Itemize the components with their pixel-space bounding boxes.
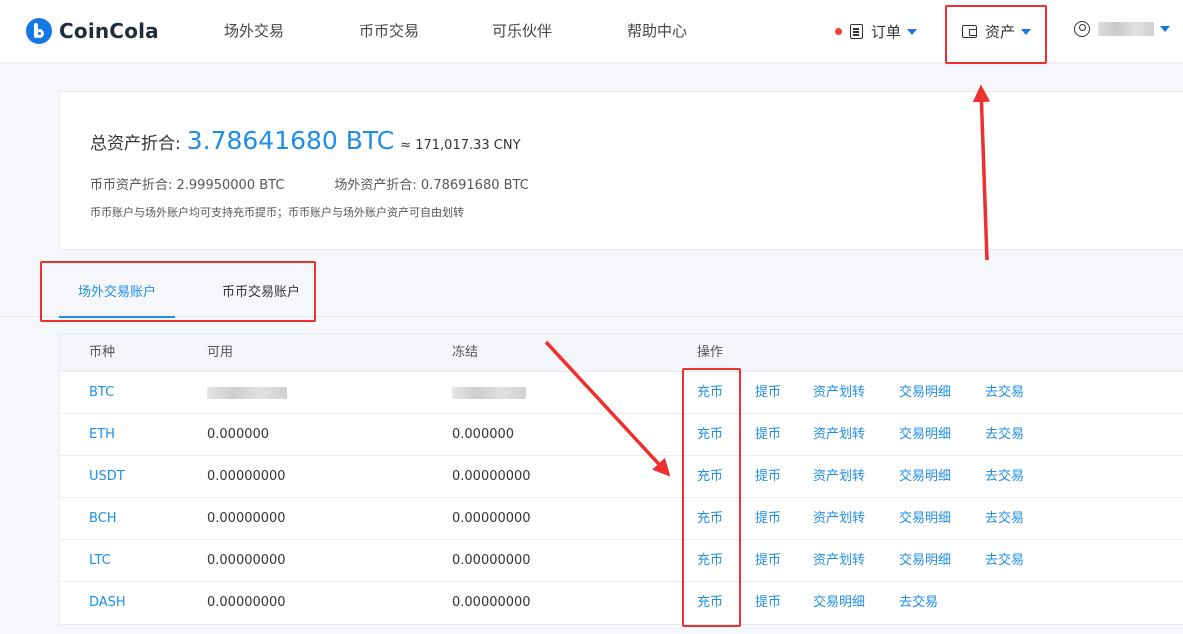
trade-link[interactable]: 去交易 — [985, 456, 1024, 498]
brand-name: CoinCola — [59, 19, 159, 43]
available-value: 0.00000000 — [207, 469, 286, 484]
frozen-value: 0.00000000 — [452, 469, 531, 484]
caret-down-icon — [1160, 26, 1170, 32]
withdraw-link[interactable]: 提币 — [755, 582, 781, 624]
table-row: USDT 0.00000000 0.00000000 充币 提币 资产划转 交易… — [60, 456, 1183, 498]
table-header: 币种 可用 冻结 操作 — [60, 334, 1183, 372]
total-assets-label: 总资产折合: — [90, 134, 181, 154]
deposit-link[interactable]: 充币 — [697, 582, 723, 624]
account-tabs: 场外交易账户 币币交易账户 — [0, 270, 1183, 318]
table-row: ETH 0.000000 0.000000 充币 提币 资产划转 交易明细 去交… — [60, 414, 1183, 456]
tab-spot-account[interactable]: 币币交易账户 — [222, 270, 300, 317]
deposit-link[interactable]: 充币 — [697, 456, 723, 498]
available-value: 0.00000000 — [207, 553, 286, 568]
col-coin: 币种 — [89, 345, 116, 360]
history-link[interactable]: 交易明细 — [899, 540, 951, 582]
col-available: 可用 — [207, 345, 234, 360]
user-menu[interactable] — [1074, 21, 1170, 37]
redacted-available — [207, 372, 287, 414]
user-icon — [1074, 21, 1090, 37]
available-value: 0.00000000 — [207, 511, 286, 526]
otc-assets-value: 场外资产折合: 0.78691680 BTC — [334, 178, 529, 193]
deposit-link[interactable]: 充币 — [697, 498, 723, 540]
frozen-value: 0.000000 — [452, 427, 515, 442]
asset-table: 币种 可用 冻结 操作 BTC 充币 提币 资产划转 交易明细 去交易 ETH … — [59, 333, 1183, 625]
nav-help-center[interactable]: 帮助中心 — [627, 0, 687, 62]
nav-partners[interactable]: 可乐伙伴 — [492, 0, 552, 62]
history-link[interactable]: 交易明细 — [899, 372, 951, 414]
total-assets-row: 总资产折合: 3.78641680 BTC ≈ 171,017.33 CNY — [90, 126, 521, 155]
assets-menu[interactable]: 资产 — [962, 21, 1032, 42]
table-row: DASH 0.00000000 0.00000000 充币 提币 交易明细 去交… — [60, 582, 1183, 624]
history-link[interactable]: 交易明细 — [899, 498, 951, 540]
col-frozen: 冻结 — [452, 345, 479, 360]
redacted-frozen — [452, 372, 526, 414]
total-assets-value: 3.78641680 BTC — [186, 126, 395, 155]
logo-icon — [26, 18, 52, 44]
table-row: LTC 0.00000000 0.00000000 充币 提币 资产划转 交易明… — [60, 540, 1183, 582]
coin-link[interactable]: USDT — [89, 456, 125, 498]
trade-link[interactable]: 去交易 — [985, 540, 1024, 582]
document-icon — [850, 24, 863, 39]
frozen-value: 0.00000000 — [452, 595, 531, 610]
nav-otc-trading[interactable]: 场外交易 — [224, 0, 284, 62]
withdraw-link[interactable]: 提币 — [755, 540, 781, 582]
available-value: 0.000000 — [207, 427, 270, 442]
tab-otc-account[interactable]: 场外交易账户 — [59, 270, 175, 318]
asset-summary-card: 总资产折合: 3.78641680 BTC ≈ 171,017.33 CNY 币… — [59, 91, 1183, 250]
table-row: BTC 充币 提币 资产划转 交易明细 去交易 — [60, 372, 1183, 414]
total-assets-cny: ≈ 171,017.33 CNY — [400, 138, 521, 153]
col-operations: 操作 — [697, 345, 724, 360]
caret-down-icon — [1021, 28, 1032, 35]
caret-down-icon — [907, 28, 918, 35]
trade-link[interactable]: 去交易 — [985, 414, 1024, 456]
available-value: 0.00000000 — [207, 595, 286, 610]
assets-label: 资产 — [985, 23, 1016, 41]
coin-link[interactable]: BTC — [89, 372, 114, 414]
coin-link[interactable]: ETH — [89, 414, 115, 456]
withdraw-link[interactable]: 提币 — [755, 414, 781, 456]
wallet-icon — [962, 25, 977, 38]
frozen-value: 0.00000000 — [452, 511, 531, 526]
orders-menu[interactable]: 订单 — [835, 21, 918, 42]
top-header: CoinCola 场外交易 币币交易 可乐伙伴 帮助中心 订单 资产 — [0, 0, 1183, 62]
account-note: 币币账户与场外账户均可支持充币提币；币币账户与场外账户资产可自由划转 — [90, 206, 464, 219]
transfer-link[interactable]: 资产划转 — [813, 498, 865, 540]
frozen-value: 0.00000000 — [452, 553, 531, 568]
nav-spot-trading[interactable]: 币币交易 — [359, 0, 419, 62]
trade-link[interactable]: 去交易 — [899, 582, 938, 624]
transfer-link[interactable]: 资产划转 — [813, 414, 865, 456]
trade-link[interactable]: 去交易 — [985, 498, 1024, 540]
orders-label: 订单 — [871, 23, 902, 41]
withdraw-link[interactable]: 提币 — [755, 372, 781, 414]
coin-link[interactable]: DASH — [89, 582, 126, 624]
asset-breakdown: 币币资产折合: 2.99950000 BTC 场外资产折合: 0.78691680… — [90, 174, 529, 193]
transfer-link[interactable]: 资产划转 — [813, 372, 865, 414]
trade-link[interactable]: 去交易 — [985, 372, 1024, 414]
table-row: BCH 0.00000000 0.00000000 充币 提币 资产划转 交易明… — [60, 498, 1183, 540]
redacted-username — [1098, 22, 1154, 36]
coin-link[interactable]: BCH — [89, 498, 117, 540]
withdraw-link[interactable]: 提币 — [755, 498, 781, 540]
transfer-link[interactable]: 资产划转 — [813, 540, 865, 582]
withdraw-link[interactable]: 提币 — [755, 456, 781, 498]
deposit-link[interactable]: 充币 — [697, 372, 723, 414]
history-link[interactable]: 交易明细 — [813, 582, 865, 624]
deposit-link[interactable]: 充币 — [697, 414, 723, 456]
notification-dot — [835, 28, 842, 35]
coin-link[interactable]: LTC — [89, 540, 111, 582]
brand-logo[interactable]: CoinCola — [26, 18, 159, 44]
spot-assets-value: 币币资产折合: 2.99950000 BTC — [90, 178, 285, 193]
deposit-link[interactable]: 充币 — [697, 540, 723, 582]
transfer-link[interactable]: 资产划转 — [813, 456, 865, 498]
history-link[interactable]: 交易明细 — [899, 414, 951, 456]
history-link[interactable]: 交易明细 — [899, 456, 951, 498]
